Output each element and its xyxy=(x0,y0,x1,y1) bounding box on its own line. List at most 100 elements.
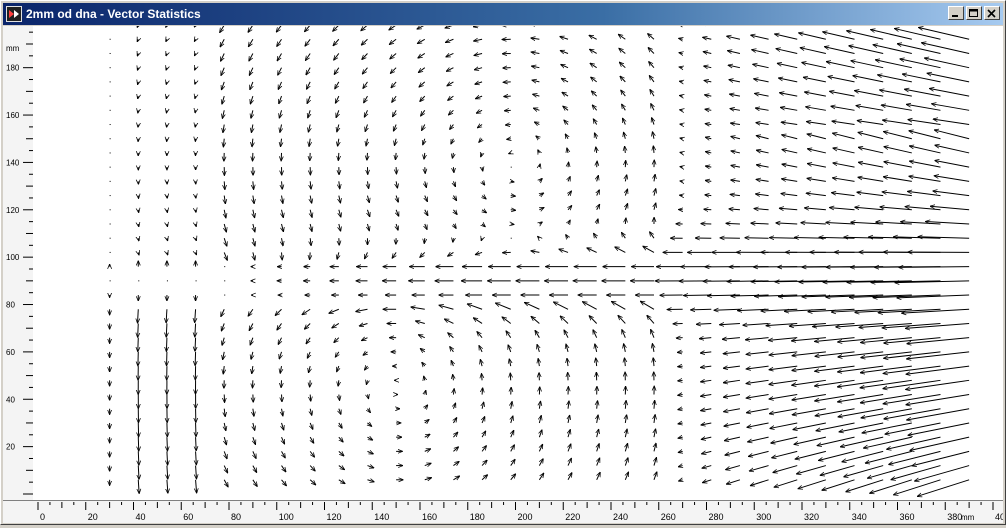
vector-arrow xyxy=(476,110,482,113)
vector-arrow xyxy=(780,93,798,96)
vector-arrow xyxy=(425,390,426,394)
vector-arrow xyxy=(559,249,568,252)
vector-arrow xyxy=(855,91,884,96)
vector-plot[interactable] xyxy=(33,26,1003,500)
vector-arrow xyxy=(625,429,627,437)
vector-arrow xyxy=(590,63,597,67)
close-icon xyxy=(987,9,997,18)
title-bar[interactable]: 2mm od dna - Vector Statistics xyxy=(3,3,1003,25)
vector-arrow xyxy=(884,338,941,343)
vector-arrow xyxy=(390,53,396,58)
vector-arrow xyxy=(425,405,428,409)
maximize-button[interactable] xyxy=(966,6,982,20)
vector-arrow xyxy=(678,395,683,396)
x-tick-label: 220 xyxy=(565,512,580,522)
close-button[interactable] xyxy=(984,6,1000,20)
vector-arrow xyxy=(806,107,826,111)
vector-arrow xyxy=(251,125,252,133)
minimize-icon xyxy=(951,9,961,18)
x-tick-label: 340 xyxy=(852,512,867,522)
vector-arrow xyxy=(908,120,941,125)
vector-arrow xyxy=(474,53,482,55)
vector-arrow xyxy=(647,315,654,323)
vector-arrow xyxy=(563,106,568,110)
vector-arrow xyxy=(334,53,339,60)
vector-arrow xyxy=(307,82,311,89)
vector-arrow xyxy=(856,106,883,111)
vector-arrow xyxy=(792,366,826,370)
vector-arrow xyxy=(416,321,425,324)
vector-arrow xyxy=(252,139,253,147)
vector-arrow xyxy=(310,437,314,443)
vector-arrow xyxy=(366,380,367,384)
vector-arrow xyxy=(654,458,656,466)
vector-arrow xyxy=(934,176,969,182)
vector-arrow xyxy=(701,423,711,425)
vector-arrow xyxy=(680,96,683,97)
vector-arrow xyxy=(652,118,654,125)
vector-arrow xyxy=(482,431,486,437)
vector-arrow xyxy=(775,34,798,39)
vector-arrow xyxy=(511,402,512,409)
vector-arrow xyxy=(554,302,568,309)
vector-arrow xyxy=(339,181,340,188)
vector-arrow xyxy=(251,110,253,118)
vector-arrow xyxy=(726,466,740,470)
vector-arrow xyxy=(367,423,371,426)
vector-arrow xyxy=(138,480,139,494)
vector-arrow xyxy=(453,462,459,466)
vector-arrow xyxy=(619,48,625,53)
vector-arrow xyxy=(280,366,281,373)
vector-arrow xyxy=(251,352,253,359)
vector-arrow xyxy=(307,352,310,358)
vector-arrow xyxy=(777,63,797,67)
vector-arrow xyxy=(305,39,310,46)
vector-arrow xyxy=(538,359,539,367)
vector-arrow xyxy=(339,423,342,428)
vector-arrow xyxy=(804,208,825,210)
vector-arrow xyxy=(884,162,912,167)
vector-arrow xyxy=(224,480,228,487)
vector-arrow xyxy=(224,238,227,246)
vector-arrow xyxy=(756,165,768,167)
vector-arrow xyxy=(195,323,196,336)
vector-arrow xyxy=(420,349,424,352)
vector-arrow xyxy=(196,252,197,254)
vector-arrow xyxy=(753,64,769,67)
vector-arrow xyxy=(625,415,626,423)
vector-arrow xyxy=(723,366,740,368)
vector-arrow xyxy=(511,196,516,197)
vector-arrow xyxy=(367,196,369,203)
vector-arrow xyxy=(453,238,454,242)
vector-arrow xyxy=(702,451,712,453)
vector-arrow xyxy=(417,39,424,43)
vector-arrow xyxy=(310,466,315,471)
vector-arrow xyxy=(224,437,226,445)
vector-arrow xyxy=(282,210,284,218)
vector-arrow xyxy=(566,235,568,239)
vector-arrow xyxy=(705,166,711,167)
vector-arrow xyxy=(720,323,740,324)
vector-arrow xyxy=(339,224,341,231)
vector-arrow xyxy=(909,146,940,153)
x-tick-label: 300 xyxy=(756,512,771,522)
vector-arrow xyxy=(887,437,941,449)
vector-arrow xyxy=(889,451,941,464)
vector-arrow xyxy=(222,96,224,104)
vector-arrow xyxy=(411,307,425,309)
vector-arrow xyxy=(221,68,224,76)
vector-arrow xyxy=(396,210,399,216)
vector-arrow xyxy=(743,323,769,325)
vector-arrow xyxy=(167,252,168,254)
vector-arrow xyxy=(817,437,854,445)
vector-arrow xyxy=(393,125,396,132)
vector-arrow xyxy=(167,238,168,240)
vector-arrow xyxy=(367,437,372,440)
vector-arrow xyxy=(565,134,568,139)
vector-arrow xyxy=(453,418,456,423)
app-icon[interactable] xyxy=(6,6,22,22)
vector-arrow xyxy=(482,224,485,227)
vector-arrow xyxy=(653,358,654,366)
minimize-button[interactable] xyxy=(948,6,964,20)
vector-arrow xyxy=(680,138,683,139)
